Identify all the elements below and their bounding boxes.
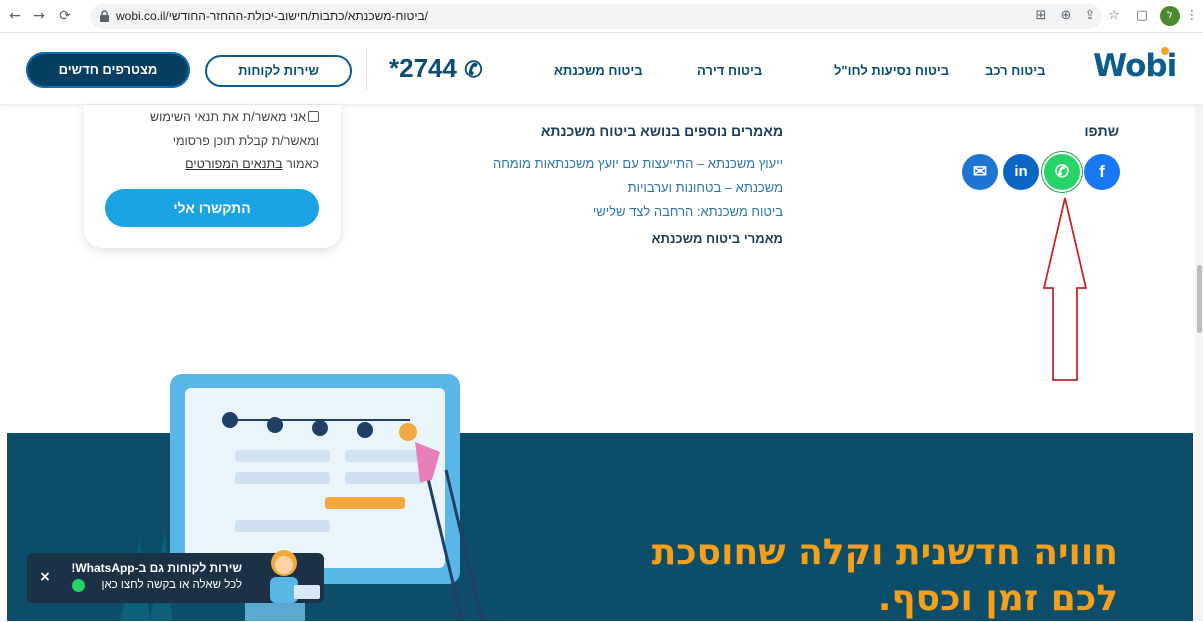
side-panel-icon[interactable]: ▢: [1134, 8, 1150, 24]
browser-toolbar: ← → ⟳ wobi.co.il/ביטוח-משכנתא/כתבות/חישו…: [0, 0, 1203, 33]
terms-link[interactable]: בתנאים המפורטים: [185, 157, 282, 171]
whatsapp-toast[interactable]: × שירות לקוחות גם ב-WhatsApp! לכל שאלה א…: [27, 550, 324, 603]
address-bar[interactable]: wobi.co.il/ביטוח-משכנתא/כתבות/חישוב-יכול…: [90, 4, 1102, 29]
whatsapp-icon: [72, 579, 85, 592]
consent-text-2: ומאשר/ת קבלת תוכן פרסומי: [172, 134, 319, 148]
lead-form-card: אני מאשר/ת את תנאי השימוש ומאשר/ת קבלת ת…: [84, 105, 341, 248]
header-divider: [366, 48, 367, 90]
nav-travel-insurance[interactable]: ביטוח נסיעות לחו"ל: [834, 63, 949, 78]
hero-title: חוויה חדשנית וקלה שחוסכת לכם זמן וכסף.: [558, 530, 1118, 622]
join-button[interactable]: מצטרפים חדשים: [26, 52, 190, 88]
consent-text-3: כאמור: [286, 157, 319, 171]
whatsapp-icon: ✆: [1054, 162, 1070, 181]
menu-kebab-icon[interactable]: ⋮: [1184, 8, 1200, 24]
facebook-share-button[interactable]: f: [1084, 154, 1120, 190]
bookmark-star-icon[interactable]: ☆: [1106, 8, 1122, 24]
linkedin-icon: in: [1014, 163, 1028, 180]
page-scrollbar[interactable]: [1195, 105, 1203, 621]
close-icon[interactable]: ×: [36, 568, 54, 586]
url-text: wobi.co.il/ביטוח-משכנתא/כתבות/חישוב-יכול…: [116, 9, 429, 23]
share-title: שתפו: [1084, 123, 1119, 139]
hero-title-line-1: חוויה חדשנית וקלה שחוסכת: [651, 532, 1118, 573]
agent-avatar: [270, 550, 320, 603]
site-header: Wobi ביטוח רכב ביטוח נסיעות לחו"ל ביטוח …: [0, 33, 1203, 105]
email-icon: ✉: [972, 162, 988, 181]
lock-icon: [100, 10, 109, 22]
call-me-button[interactable]: התקשרו אלי: [105, 189, 319, 227]
consent-checkbox[interactable]: [308, 111, 319, 122]
nav-mortgage-insurance[interactable]: ביטוח משכנתא: [554, 63, 643, 78]
related-articles-title: מאמרים נוספים בנושא ביטוח משכנתא: [540, 123, 783, 139]
hero-title-line-2: לכם זמן וכסף.: [877, 578, 1118, 619]
consent-line-3: כאמור בתנאים המפורטים: [109, 157, 319, 171]
scrollbar-thumb[interactable]: [1197, 265, 1202, 333]
whatsapp-toast-title: שירות לקוחות גם ב-WhatsApp!: [71, 561, 242, 575]
phone-icon: ✆: [464, 57, 483, 82]
nav-home-insurance[interactable]: ביטוח דירה: [697, 63, 762, 78]
more-articles-link[interactable]: מאמרי ביטוח משכנתא: [652, 231, 783, 246]
whatsapp-share-button[interactable]: ✆: [1044, 154, 1080, 190]
nav-car-insurance[interactable]: ביטוח רכב: [985, 63, 1045, 78]
article-link-1[interactable]: ייעוץ משכנתא – התייעצות עם יועץ משכנתאות…: [493, 156, 783, 171]
back-icon[interactable]: ←: [6, 7, 24, 25]
logo-dot: [1161, 47, 1169, 55]
article-link-2[interactable]: משכנתא – בטחונות וערבויות: [628, 180, 783, 195]
email-share-button[interactable]: ✉: [962, 154, 998, 190]
forward-icon[interactable]: →: [30, 7, 48, 25]
reload-icon[interactable]: ⟳: [56, 7, 74, 25]
translate-icon[interactable]: ⊞: [1033, 8, 1049, 24]
consent-text-1: אני מאשר/ת את תנאי השימוש: [149, 110, 306, 124]
profile-avatar[interactable]: ל: [1160, 6, 1180, 26]
phone-number-text: *2744: [389, 53, 457, 83]
whatsapp-toast-text: לכל שאלה או בקשה לחצו כאן: [101, 579, 242, 591]
annotation-arrow-icon: [1042, 197, 1088, 381]
customer-service-button[interactable]: שירות לקוחות: [205, 55, 352, 87]
phone-number[interactable]: *2744 ✆: [389, 53, 483, 84]
article-link-3[interactable]: ביטוח משכנתא: הרחבה לצד שלישי: [593, 204, 783, 219]
linkedin-share-button[interactable]: in: [1003, 154, 1039, 190]
consent-line-1: אני מאשר/ת את תנאי השימוש: [109, 110, 319, 124]
zoom-icon[interactable]: ⊕: [1058, 8, 1074, 24]
share-page-icon[interactable]: ⇪: [1082, 8, 1098, 24]
facebook-icon: f: [1099, 162, 1105, 181]
